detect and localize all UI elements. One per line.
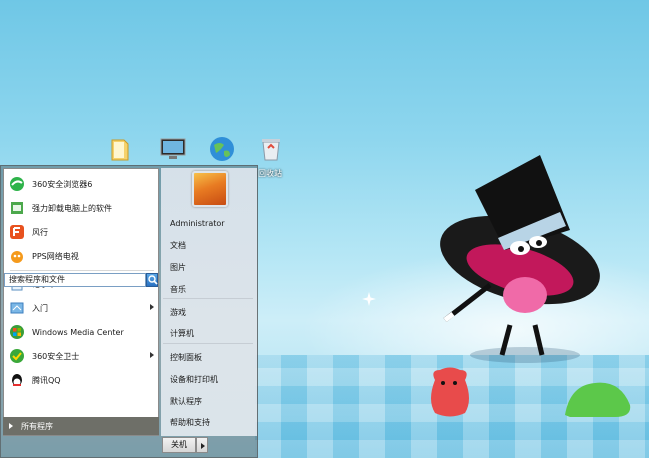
default-programs-item[interactable]: 默认程序 xyxy=(170,396,202,407)
pps-icon xyxy=(8,247,26,265)
wallpaper-star xyxy=(362,292,376,306)
pictures-item[interactable]: 图片 xyxy=(170,262,186,273)
submenu-arrow[interactable] xyxy=(150,304,154,310)
search-icon xyxy=(148,275,158,285)
devices-printers-item[interactable]: 设备和打印机 xyxy=(170,374,218,385)
all-programs-button[interactable]: 所有程序 xyxy=(3,417,159,435)
folder-icon[interactable] xyxy=(106,134,136,164)
search-button[interactable] xyxy=(146,273,158,287)
program-item-media-center[interactable]: Windows Media Center xyxy=(8,321,158,343)
chevron-right-icon xyxy=(201,443,205,449)
program-label: 360安全浏览器6 xyxy=(32,179,93,189)
program-item-360-browser[interactable]: 360安全浏览器6 xyxy=(8,173,158,195)
program-item-360-safeguard[interactable]: 360安全卫士 xyxy=(8,345,158,367)
chevron-right-icon xyxy=(9,423,13,429)
user-avatar[interactable] xyxy=(192,171,228,207)
wallpaper-red-jelly xyxy=(431,367,469,417)
games-item[interactable]: 游戏 xyxy=(170,307,186,318)
program-item-uninstaller[interactable]: 强力卸载电脑上的软件 xyxy=(8,197,158,219)
start-menu: 360安全浏览器6 强力卸载电脑上的软件 风行 PPS网络电视 入门 Windo… xyxy=(0,165,258,458)
program-label: Windows Media Center xyxy=(32,327,124,337)
360-safeguard-icon xyxy=(8,347,26,365)
separator xyxy=(10,270,154,271)
program-item-qq[interactable]: 腾讯QQ xyxy=(8,369,158,391)
recycle-bin-label: 回收站 xyxy=(258,169,282,178)
program-item-pps[interactable]: PPS网络电视 xyxy=(8,245,158,267)
desktop: 回收站 360安全浏览器6 强力卸载电脑上的软件 风行 PPS网络电视 入门 W… xyxy=(0,0,649,458)
uninstaller-icon xyxy=(8,199,26,217)
program-label: 360安全卫士 xyxy=(32,351,80,361)
music-item[interactable]: 音乐 xyxy=(170,284,186,295)
submenu-arrow[interactable] xyxy=(150,352,154,358)
program-label: 腾讯QQ xyxy=(32,375,61,385)
recycle-bin-icon[interactable] xyxy=(256,134,286,164)
monitor-icon[interactable] xyxy=(158,134,188,164)
program-item-funshion[interactable]: 风行 xyxy=(8,221,158,243)
program-label: 强力卸载电脑上的软件 xyxy=(32,203,112,213)
program-list: 360安全浏览器6 强力卸载电脑上的软件 风行 PPS网络电视 入门 Windo… xyxy=(3,168,159,436)
media-center-icon xyxy=(8,323,26,341)
separator xyxy=(163,298,253,299)
funshion-icon xyxy=(8,223,26,241)
program-item-getting-started[interactable]: 入门 xyxy=(8,297,158,319)
shutdown-options-button[interactable] xyxy=(196,437,208,453)
program-label: 风行 xyxy=(32,227,48,237)
shutdown-button[interactable]: 关机 xyxy=(162,437,196,453)
all-programs-label: 所有程序 xyxy=(21,421,53,431)
separator xyxy=(163,343,253,344)
globe-icon[interactable] xyxy=(207,134,237,164)
control-panel-item[interactable]: 控制面板 xyxy=(170,352,202,363)
program-label: 入门 xyxy=(32,303,48,313)
user-name[interactable]: Administrator xyxy=(170,219,225,228)
computer-item[interactable]: 计算机 xyxy=(170,328,194,339)
search-input[interactable]: 搜索程序和文件 xyxy=(4,273,146,287)
help-support-item[interactable]: 帮助和支持 xyxy=(170,417,210,428)
wallpaper-character xyxy=(440,155,600,363)
program-label: PPS网络电视 xyxy=(32,251,79,261)
qq-icon xyxy=(8,371,26,389)
documents-item[interactable]: 文档 xyxy=(170,240,186,251)
360-browser-icon xyxy=(8,175,26,193)
wallpaper-green-jelly xyxy=(565,382,631,417)
getting-started-icon xyxy=(8,299,26,317)
